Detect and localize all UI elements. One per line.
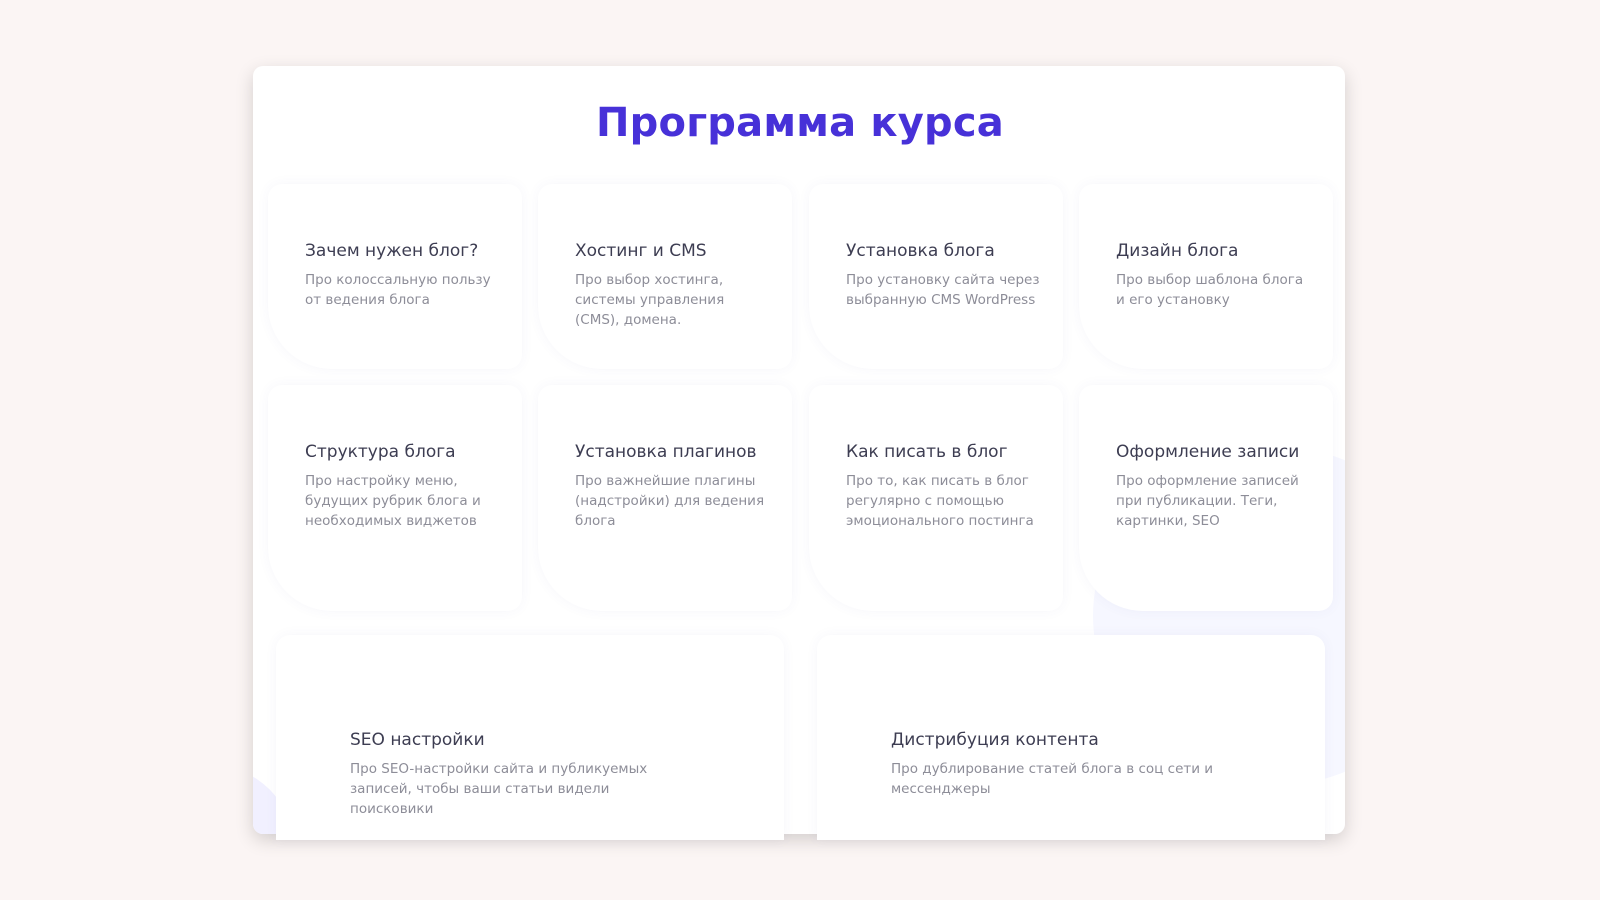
module-card-seo-settings: SEO настройки Про SEO-настройки сайта и … [276, 635, 784, 840]
module-description: Про SEO-настройки сайта и публикуемых за… [350, 761, 648, 817]
module-title: Структура блога [305, 442, 456, 462]
module-card-blog-design: Дизайн блога Про выбор шаблона блога и е… [1079, 184, 1333, 369]
module-description: Про дублирование статей блога в соц сети… [891, 761, 1214, 797]
module-title: Зачем нужен блог? [305, 241, 479, 261]
module-title: Как писать в блог [846, 442, 1008, 462]
module-card-install-plugins: Установка плагинов Про важнейшие плагины… [538, 385, 792, 611]
module-card-content-distribution: Дистрибуция контента Про дублирование ст… [817, 635, 1325, 840]
module-description: Про установку сайта через выбранную CMS … [846, 272, 1040, 308]
module-description: Про оформление записей при публикации. Т… [1116, 473, 1299, 529]
module-description: Про выбор шаблона блога и его установку [1116, 272, 1304, 308]
module-description: Про настройку меню, будущих рубрик блога… [305, 473, 481, 529]
module-title: Установка плагинов [575, 442, 757, 462]
module-description: Про то, как писать в блог регулярно с по… [846, 473, 1034, 529]
module-title: Дизайн блога [1116, 241, 1239, 261]
module-card-how-to-write: Как писать в блог Про то, как писать в б… [809, 385, 1063, 611]
module-description: Про выбор хостинга, системы управления (… [575, 272, 725, 328]
module-card-install-blog: Установка блога Про установку сайта чере… [809, 184, 1063, 369]
module-title: Установка блога [846, 241, 995, 261]
module-title: Дистрибуция контента [891, 730, 1099, 750]
module-card-blog-structure: Структура блога Про настройку меню, буду… [268, 385, 522, 611]
module-description: Про важнейшие плагины (надстройки) для в… [575, 473, 765, 529]
module-title: Оформление записи [1116, 442, 1300, 462]
module-title: SEO настройки [350, 730, 485, 750]
module-card-why-blog: Зачем нужен блог? Про колоссальную польз… [268, 184, 522, 369]
module-card-hosting-cms: Хостинг и CMS Про выбор хостинга, систем… [538, 184, 792, 369]
module-title: Хостинг и CMS [575, 241, 707, 261]
page-title: Программа курса [596, 100, 1004, 146]
module-description: Про колоссальную пользу от ведения блога [305, 272, 491, 308]
module-card-post-formatting: Оформление записи Про оформление записей… [1079, 385, 1333, 611]
